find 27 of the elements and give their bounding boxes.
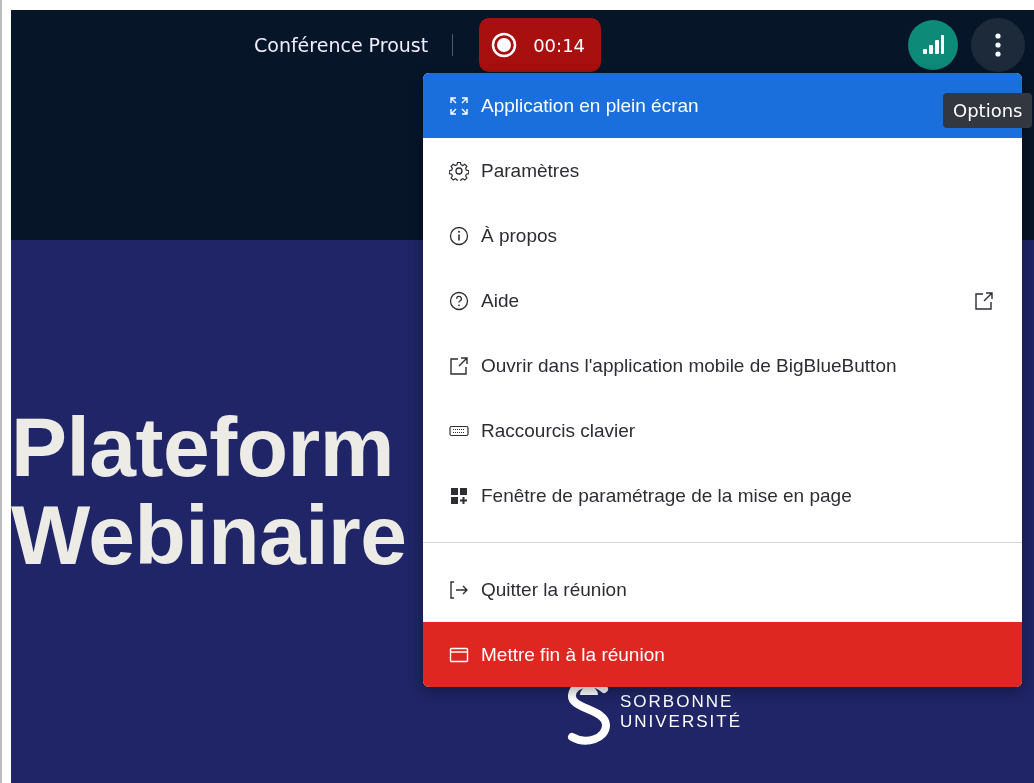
record-icon xyxy=(491,32,518,58)
menu-item[interactable]: À propos xyxy=(423,203,1022,268)
menu-item[interactable]: Raccourcis clavier xyxy=(423,398,1022,463)
menu-item[interactable]: Quitter la réunion xyxy=(423,557,1022,622)
meeting-title: Conférence Proust xyxy=(254,33,429,58)
menu-item[interactable]: Fenêtre de paramétrage de la mise en page xyxy=(423,463,1022,528)
connection-status-button[interactable] xyxy=(908,20,958,70)
options-button[interactable] xyxy=(971,18,1025,72)
settings-icon xyxy=(449,160,469,181)
external-link-icon xyxy=(449,355,469,376)
exit-arrow-icon xyxy=(449,579,469,600)
expand-icon xyxy=(449,95,469,116)
slide-title: Webinaire xyxy=(11,491,407,579)
menu-item[interactable]: Aide xyxy=(423,268,1022,333)
recording-button[interactable]: 00:14 xyxy=(479,18,602,72)
menu-item[interactable]: Mettre fin à la réunion xyxy=(423,622,1022,687)
help-icon xyxy=(449,290,469,311)
signal-bars-icon xyxy=(922,35,944,55)
logo-text: UNIVERSITÉ xyxy=(620,712,743,732)
slide-title: Plateform xyxy=(11,403,394,491)
menu-item[interactable]: Paramètres xyxy=(423,138,1022,203)
options-tooltip: Options xyxy=(943,93,1033,128)
logo-text: SORBONNE xyxy=(620,692,735,712)
info-icon xyxy=(449,225,469,246)
menu-item[interactable]: Ouvrir dans l'application mobile de BigBlueButton xyxy=(423,333,1022,398)
layout-grid-icon xyxy=(449,485,469,506)
kebab-menu-icon xyxy=(995,33,1001,57)
